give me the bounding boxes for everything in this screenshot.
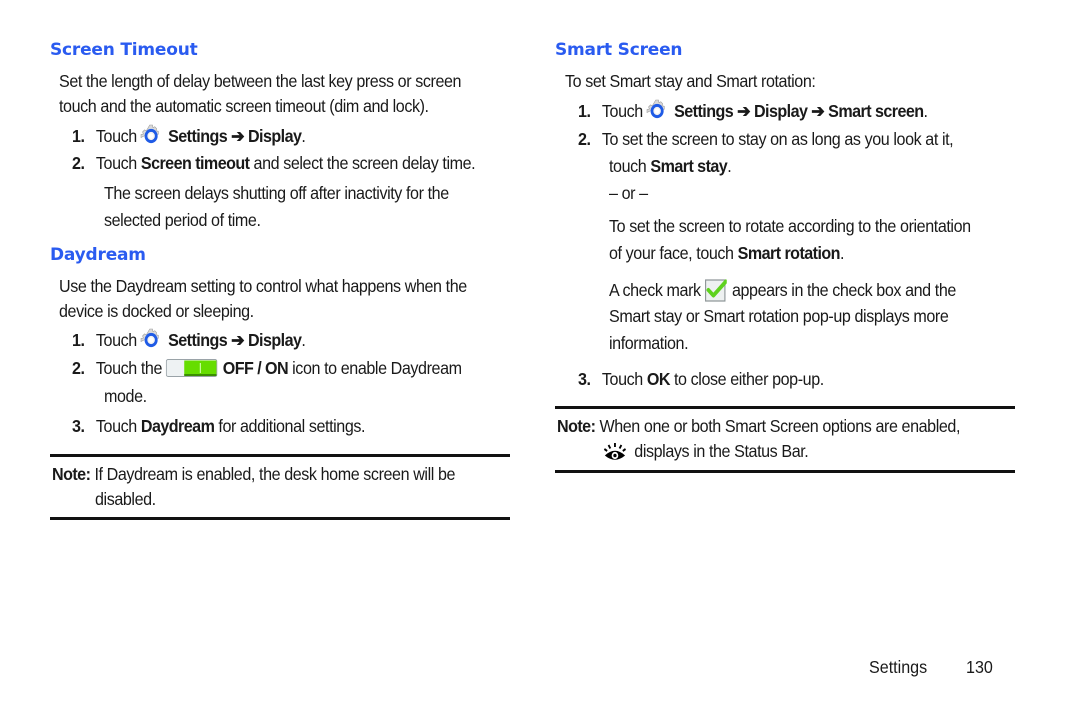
note-text: If Daydream is enabled, the desk home sc… [90, 464, 456, 484]
daydream-heading: Daydream [50, 245, 146, 265]
step-number: 2. [72, 358, 85, 378]
check-mark-icon [704, 279, 727, 302]
smart-screen-note-line1: Note: When one or both Smart Screen opti… [557, 416, 960, 437]
settings-path: Settings ➔ Display [168, 126, 302, 146]
smart-stay-eye-icon [603, 443, 627, 460]
note-top-rule [50, 454, 510, 457]
check-mark-line1: A check mark appears in the check box an… [609, 278, 956, 302]
screen-timeout-intro-line2: touch and the automatic screen timeout (… [59, 96, 429, 116]
step-number: 2. [578, 129, 591, 149]
step-number: 1. [72, 126, 85, 146]
rotation-line1: To set the screen to rotate according to… [609, 216, 971, 236]
step-number: 3. [578, 369, 591, 389]
ok-option: OK [646, 369, 671, 389]
step-punct: . [301, 126, 306, 146]
toggle-switch-icon [165, 359, 218, 377]
step-2-note-line2: selected period of time. [104, 210, 261, 230]
step-number: 1. [578, 101, 591, 121]
screen-timeout-step-2: 2. Touch Screen timeout and select the sc… [72, 153, 476, 174]
daydream-step-2: 2. Touch the OFF / ON icon to enable Dayd… [72, 358, 462, 379]
step-text: Touch [95, 330, 137, 350]
step-punct: . [839, 243, 845, 263]
daydream-intro-line1: Use the Daydream setting to control what… [59, 276, 467, 296]
rotation-line2: of your face, touch Smart rotation. [609, 243, 844, 264]
step-text: Touch [601, 101, 643, 121]
step-text: for additional settings. [214, 416, 366, 436]
step-text: touch [609, 156, 651, 176]
note-bottom-rule [50, 517, 510, 520]
daydream-step-1: 1. Touch Settings ➔ Display. [72, 328, 306, 352]
smart-screen-heading: Smart Screen [555, 40, 683, 60]
smart-screen-step-3: 3. Touch OK to close either pop-up. [578, 369, 824, 390]
smart-rotation-option: Smart rotation [737, 243, 841, 263]
step-text: Touch [95, 416, 141, 436]
note-text: When one or both Smart Screen options ar… [595, 416, 961, 436]
screen-timeout-option: Screen timeout [140, 153, 250, 173]
smart-stay-option: Smart stay [650, 156, 728, 176]
settings-gear-icon [646, 99, 668, 123]
settings-path: Settings ➔ Display ➔ Smart screen [674, 101, 924, 121]
step-text: appears in the check box and the [731, 280, 956, 300]
or-separator: – or – [609, 183, 648, 203]
step-text: A check mark [609, 280, 701, 300]
smart-screen-intro: To set Smart stay and Smart rotation: [565, 71, 816, 91]
step-text: Touch [95, 126, 137, 146]
smart-screen-step-2-line1: 2. To set the screen to stay on as long a… [578, 129, 954, 150]
check-mark-line2: Smart stay or Smart rotation pop-up disp… [609, 306, 949, 326]
settings-gear-icon [140, 124, 162, 148]
daydream-note-line1: Note: If Daydream is enabled, the desk h… [52, 464, 455, 485]
daydream-intro-line2: device is docked or sleeping. [59, 301, 254, 321]
settings-path: Settings ➔ Display [168, 330, 302, 350]
daydream-note-line2: disabled. [95, 489, 156, 509]
step-text: To set the screen to stay on as long as … [601, 129, 954, 149]
smart-screen-note-line2: displays in the Status Bar. [603, 441, 809, 462]
step-text: and select the screen delay time. [249, 153, 476, 173]
note-text: displays in the Status Bar. [634, 441, 809, 461]
page-number: 130 [966, 657, 993, 677]
step-punct: . [301, 330, 306, 350]
daydream-step-2-line2: mode. [104, 386, 147, 406]
note-label: Note: [557, 416, 596, 436]
step-number: 3. [72, 416, 85, 436]
step-text: of your face, touch [609, 243, 738, 263]
daydream-option: Daydream [140, 416, 215, 436]
step-punct: . [727, 156, 732, 176]
step-2-note-line1: The screen delays shutting off after ina… [104, 183, 449, 203]
step-text: Touch [95, 153, 141, 173]
settings-gear-icon [140, 328, 162, 352]
screen-timeout-intro-line1: Set the length of delay between the last… [59, 71, 462, 91]
step-punct: . [923, 101, 929, 121]
screen-timeout-heading: Screen Timeout [50, 40, 198, 60]
note-label: Note: [52, 464, 91, 484]
note-top-rule [555, 406, 1015, 409]
off-on-label: OFF / ON [222, 358, 289, 378]
step-text: Touch [601, 369, 647, 389]
step-number: 2. [72, 153, 85, 173]
screen-timeout-step-1: 1. Touch Settings ➔ Display. [72, 124, 306, 148]
smart-screen-step-1: 1. Touch Settings ➔ Display ➔ Smart screen… [578, 99, 928, 123]
daydream-step-3: 3. Touch Daydream for additional settings… [72, 416, 366, 437]
step-text: icon to enable Daydream [288, 358, 462, 378]
smart-screen-step-2-line2: touch Smart stay. [609, 156, 732, 177]
step-number: 1. [72, 330, 85, 350]
footer-section-name: Settings [869, 657, 928, 677]
step-text: Touch the [95, 358, 163, 378]
step-text: to close either pop-up. [669, 369, 824, 389]
note-bottom-rule [555, 470, 1015, 473]
check-mark-line3: information. [609, 333, 689, 353]
